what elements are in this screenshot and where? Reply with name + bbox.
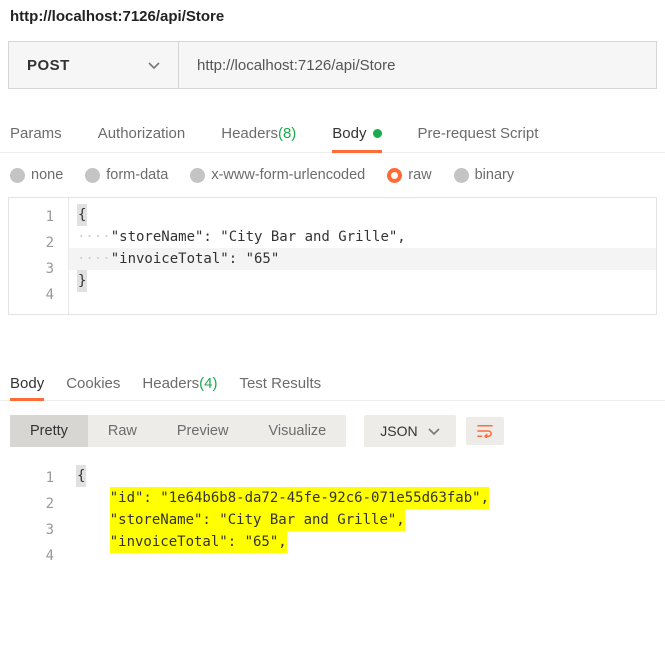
- whitespace: ····: [77, 226, 111, 248]
- tab-prerequest[interactable]: Pre-request Script: [418, 117, 539, 152]
- tab-headers-count: (8): [278, 125, 296, 142]
- line-number: 1: [9, 204, 68, 230]
- highlighted-text: "invoiceTotal": "65",: [110, 531, 287, 553]
- request-body-editor[interactable]: 1 2 3 4 { ····"storeName": "City Bar and…: [8, 197, 657, 315]
- wrap-icon: [476, 424, 494, 438]
- code-text: "storeName": "City Bar and Grille",: [111, 226, 406, 248]
- chevron-down-icon: [428, 423, 440, 439]
- code-text: {: [77, 204, 87, 226]
- code-area[interactable]: { "id": "1e64b6b8-da72-45fe-92c6-071e55d…: [68, 461, 657, 573]
- radio-icon: [387, 168, 402, 183]
- chevron-down-icon: [148, 57, 160, 73]
- request-tabs: Params Authorization Headers (8) Body Pr…: [0, 117, 665, 153]
- spacer: [0, 315, 665, 369]
- gutter: 1 2 3 4: [8, 461, 68, 573]
- response-view-row: Pretty Raw Preview Visualize JSON: [0, 401, 665, 457]
- body-type-label: form-data: [106, 167, 168, 183]
- code-text: "invoiceTotal": "65": [111, 248, 280, 270]
- line-number: 2: [8, 491, 68, 517]
- code-text: {: [76, 465, 86, 487]
- tab-authorization[interactable]: Authorization: [98, 117, 186, 152]
- wrap-lines-button[interactable]: [466, 417, 504, 445]
- body-type-binary[interactable]: binary: [454, 167, 515, 183]
- method-select[interactable]: POST: [9, 42, 179, 88]
- line-number: 4: [9, 282, 68, 308]
- highlighted-text: "storeName": "City Bar and Grille",: [110, 509, 405, 531]
- radio-icon: [454, 168, 469, 183]
- highlighted-text: "id": "1e64b6b8-da72-45fe-92c6-071e55d63…: [110, 487, 489, 509]
- resp-tab-headers-label: Headers: [142, 375, 199, 392]
- response-body-editor[interactable]: 1 2 3 4 { "id": "1e64b6b8-da72-45fe-92c6…: [8, 461, 657, 573]
- line-number: 3: [8, 517, 68, 543]
- resp-tab-headers[interactable]: Headers (4): [142, 369, 217, 400]
- indent: [76, 531, 110, 553]
- response-format-dropdown[interactable]: JSON: [364, 415, 455, 447]
- indent: [76, 487, 110, 509]
- tab-params[interactable]: Params: [10, 117, 62, 152]
- tab-headers-label: Headers: [221, 125, 278, 142]
- tab-body[interactable]: Body: [332, 117, 381, 152]
- request-line: POST http://localhost:7126/api/Store: [8, 41, 657, 89]
- indent: [76, 509, 110, 531]
- url-input[interactable]: http://localhost:7126/api/Store: [179, 42, 656, 88]
- body-type-label: raw: [408, 167, 431, 183]
- response-tabs: Body Cookies Headers (4) Test Results: [0, 369, 665, 401]
- line-number: 2: [9, 230, 68, 256]
- view-preview[interactable]: Preview: [157, 415, 249, 447]
- body-type-label: x-www-form-urlencoded: [211, 167, 365, 183]
- tab-body-label: Body: [332, 125, 366, 142]
- body-type-none[interactable]: none: [10, 167, 63, 183]
- resp-tab-body[interactable]: Body: [10, 369, 44, 400]
- resp-tab-tests[interactable]: Test Results: [239, 369, 321, 400]
- method-label: POST: [27, 57, 70, 74]
- line-number: 4: [8, 543, 68, 569]
- resp-tab-cookies[interactable]: Cookies: [66, 369, 120, 400]
- body-type-row: none form-data x-www-form-urlencoded raw…: [0, 153, 665, 197]
- body-type-formdata[interactable]: form-data: [85, 167, 168, 183]
- line-number: 1: [8, 465, 68, 491]
- whitespace: ····: [77, 248, 111, 270]
- body-type-urlencoded[interactable]: x-www-form-urlencoded: [190, 167, 365, 183]
- view-mode-segment: Pretty Raw Preview Visualize: [10, 415, 346, 447]
- line-number: 3: [9, 256, 68, 282]
- body-type-label: none: [31, 167, 63, 183]
- page-url-display: http://localhost:7126/api/Store: [0, 0, 665, 41]
- view-pretty[interactable]: Pretty: [10, 415, 88, 447]
- dirty-indicator-icon: [373, 129, 382, 138]
- view-visualize[interactable]: Visualize: [248, 415, 346, 447]
- resp-tab-headers-count: (4): [199, 375, 217, 392]
- radio-icon: [10, 168, 25, 183]
- code-area[interactable]: { ····"storeName": "City Bar and Grille"…: [69, 198, 656, 314]
- body-type-raw[interactable]: raw: [387, 167, 431, 183]
- body-type-label: binary: [475, 167, 515, 183]
- radio-icon: [85, 168, 100, 183]
- radio-icon: [190, 168, 205, 183]
- code-text: }: [77, 270, 87, 292]
- format-label: JSON: [380, 423, 417, 439]
- tab-headers[interactable]: Headers (8): [221, 117, 296, 152]
- view-raw[interactable]: Raw: [88, 415, 157, 447]
- gutter: 1 2 3 4: [9, 198, 69, 314]
